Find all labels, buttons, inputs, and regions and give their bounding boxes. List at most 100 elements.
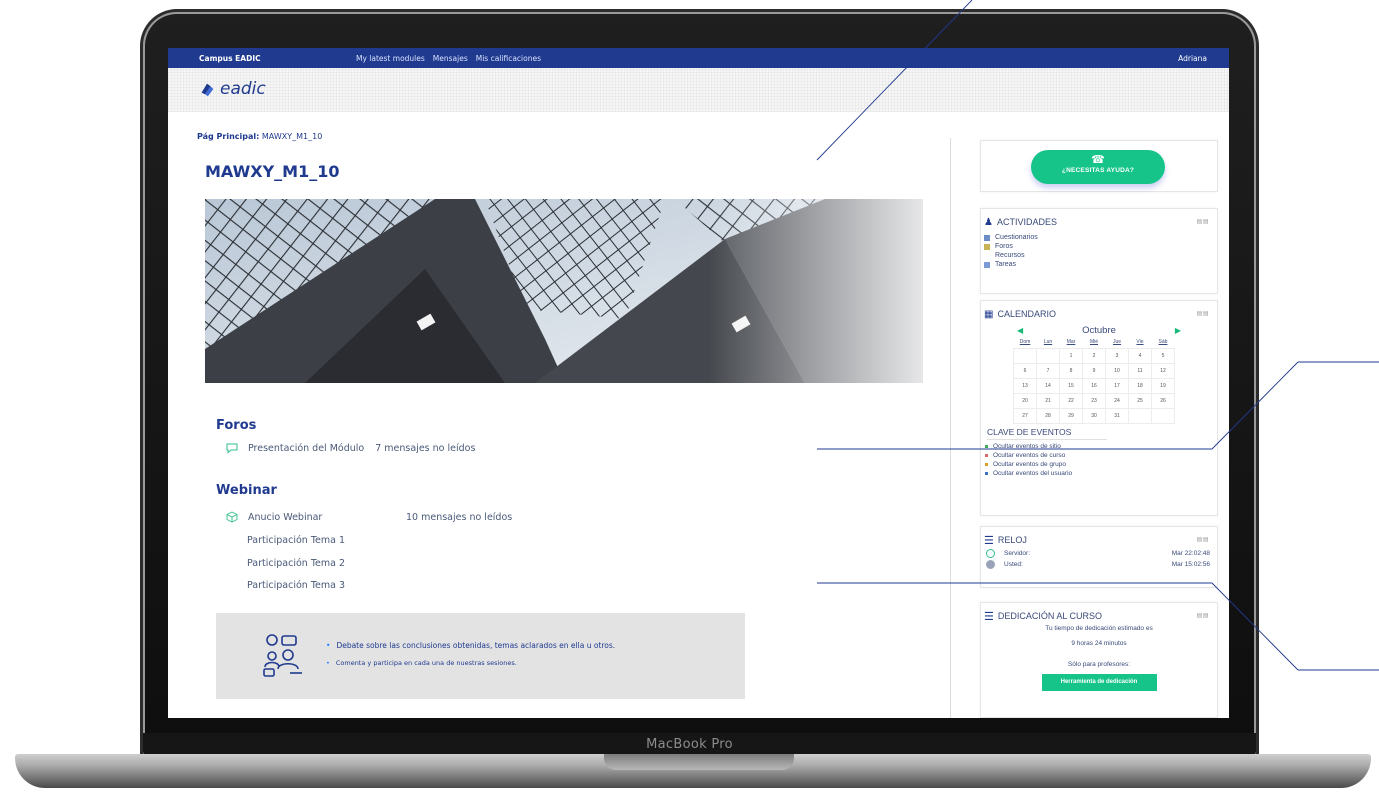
- calendar-day[interactable]: 31: [1105, 407, 1129, 424]
- calendar-day[interactable]: 10: [1105, 362, 1129, 379]
- calendar-day[interactable]: 2: [1082, 347, 1106, 364]
- clock-row-servidor: Servidor: Mar 22:02:48: [981, 549, 1217, 560]
- calendar-day[interactable]: 17: [1105, 377, 1129, 394]
- calendar-day[interactable]: 11: [1128, 362, 1152, 379]
- calendar-day[interactable]: 9: [1082, 362, 1106, 379]
- block-controls-icon[interactable]: ▤▤: [1197, 612, 1209, 619]
- reloj-title: RELOJ: [997, 535, 1027, 545]
- forum-item-label[interactable]: Presentación del Módulo: [248, 443, 364, 454]
- calendar-day[interactable]: 15: [1059, 377, 1083, 394]
- user-menu[interactable]: Adriana: [1178, 54, 1207, 63]
- clave-eventos-list: Ocultar eventos de sitio Ocultar eventos …: [981, 442, 1217, 478]
- nav-link-latest-modules[interactable]: My latest modules: [356, 54, 425, 63]
- event-color-icon: [984, 461, 989, 467]
- calendar-day[interactable]: 27: [1013, 407, 1037, 424]
- clave-event-label: Ocultar eventos de grupo: [993, 460, 1066, 468]
- calendar-week: 13 14 15 16 17 18 19: [1013, 377, 1175, 394]
- webinar-item-tema-2[interactable]: Participación Tema 2: [247, 558, 345, 569]
- calendar-day[interactable]: 19: [1151, 377, 1175, 394]
- forum-item-presentacion[interactable]: Presentación del Módulo 7 mensajes no le…: [226, 442, 475, 454]
- calendar-day[interactable]: 8: [1059, 362, 1083, 379]
- dedicacion-tool-button[interactable]: Herramienta de dedicación: [1041, 674, 1157, 691]
- breadcrumb-home-link[interactable]: Pág Principal:: [197, 132, 259, 141]
- calendar-day[interactable]: 4: [1128, 347, 1152, 364]
- calendar-day: [1151, 407, 1175, 424]
- webinar-item-tema-1[interactable]: Participación Tema 1: [247, 535, 345, 546]
- calendar-day[interactable]: 12: [1151, 362, 1175, 379]
- calendar-day[interactable]: 6: [1013, 362, 1037, 379]
- nav-link-mensajes[interactable]: Mensajes: [433, 54, 468, 63]
- calendar-weekday: Sáb: [1158, 339, 1168, 346]
- event-color-icon: [984, 470, 989, 476]
- clave-event-toggle[interactable]: Ocultar eventos de sitio: [984, 442, 1217, 451]
- calendar-day[interactable]: 23: [1082, 392, 1106, 409]
- eadic-logo[interactable]: eadic: [198, 79, 266, 99]
- webinar-item-tema-3[interactable]: Participación Tema 3: [247, 580, 345, 591]
- dedicacion-estimate-value: 9 horas 24 minutos: [1071, 640, 1127, 647]
- actividades-header: ♟ ACTIVIDADES ▤▤: [981, 213, 1217, 231]
- calendar-day[interactable]: 21: [1036, 392, 1060, 409]
- clock-label: Usted:: [1004, 561, 1023, 568]
- info-bullets: Debate sobre las conclusiones obtenidas,…: [326, 641, 615, 676]
- calendar-month: Octubre: [1082, 325, 1116, 336]
- clave-event-toggle[interactable]: Ocultar eventos de grupo: [984, 460, 1217, 469]
- quiz-icon: [984, 234, 990, 241]
- calendar-next-icon[interactable]: ▶: [1175, 326, 1181, 335]
- screen: Campus EADIC My latest modules Mensajes …: [168, 48, 1229, 718]
- campus-brand-link[interactable]: Campus EADIC: [199, 54, 261, 63]
- block-controls-icon[interactable]: ▤▤: [1197, 536, 1209, 543]
- calendar-day[interactable]: 29: [1059, 407, 1083, 424]
- calendar-day: [1013, 347, 1037, 364]
- block-controls-icon[interactable]: ▤▤: [1197, 218, 1209, 225]
- block-controls-icon[interactable]: ▤▤: [1197, 310, 1209, 317]
- forum-icon: [984, 243, 990, 250]
- actividad-tareas[interactable]: Tareas: [984, 260, 1217, 269]
- clock-value: Mar 15:02:56: [1171, 561, 1210, 568]
- help-chat-icon: ☎: [1091, 154, 1105, 166]
- dedicacion-title: DEDICACIÓN AL CURSO: [997, 611, 1103, 621]
- banner-architecture-graphic: [205, 199, 923, 383]
- clock-row-usted: Usted: Mar 15:02:56: [981, 560, 1217, 571]
- calendar-day[interactable]: 7: [1036, 362, 1060, 379]
- calendar-day[interactable]: 3: [1105, 347, 1129, 364]
- calendar-week: 20 21 22 23 24 25 26: [1013, 392, 1175, 409]
- calendar-day[interactable]: 16: [1082, 377, 1106, 394]
- help-button[interactable]: ☎ ¿NECESITAS AYUDA?: [1031, 150, 1165, 184]
- webinar-item-anuncio[interactable]: Anucio Webinar 10 mensajes no leídos: [226, 511, 512, 523]
- info-bullet-comenta: Comenta y participa en cada una de nuest…: [326, 659, 615, 667]
- eadic-logo-icon: [201, 83, 214, 97]
- calendario-block: ▦ CALENDARIO ▤▤ ◀ Octubre ▶ Dom Lun Mar Mié…: [980, 300, 1218, 516]
- calendar-day[interactable]: 1: [1059, 347, 1083, 364]
- calendar-day[interactable]: 18: [1128, 377, 1152, 394]
- calendar-day[interactable]: 26: [1151, 392, 1175, 409]
- calendar-day[interactable]: 5: [1151, 347, 1175, 364]
- nav-link-calificaciones[interactable]: Mis calificaciones: [476, 54, 541, 63]
- laptop-notch: [604, 754, 794, 770]
- globe-icon: [986, 549, 995, 558]
- clave-event-label: Ocultar eventos de sitio: [993, 442, 1061, 450]
- calendar-day[interactable]: 24: [1105, 392, 1129, 409]
- calendar-grid: Dom Lun Mar Mié Jue Vie Sáb 1 2 3 4 5 6 7 8 9 10 11 12 13 1…: [1013, 337, 1175, 424]
- resource-icon: [984, 253, 990, 259]
- actividad-foros[interactable]: Foros: [984, 242, 1217, 251]
- clave-eventos-title: CLAVE DE EVENTOS: [987, 427, 1107, 440]
- calendar-day[interactable]: 20: [1013, 392, 1037, 409]
- task-icon: [984, 261, 990, 268]
- calendar-day[interactable]: 22: [1059, 392, 1083, 409]
- calendar-day[interactable]: 28: [1036, 407, 1060, 424]
- section-title-foros: Foros: [216, 418, 257, 433]
- breadcrumb-current: MAWXY_M1_10: [261, 132, 323, 141]
- calendar-day[interactable]: 25: [1128, 392, 1152, 409]
- clave-event-toggle[interactable]: Ocultar eventos de curso: [984, 451, 1217, 460]
- top-navigation-bar: Campus EADIC My latest modules Mensajes …: [168, 48, 1229, 68]
- sidebar-divider: [950, 138, 951, 718]
- clave-event-toggle[interactable]: Ocultar eventos del usuario: [984, 469, 1217, 478]
- reloj-header: ☰ RELOJ ▤▤: [981, 531, 1217, 549]
- calendar-day[interactable]: 30: [1082, 407, 1106, 424]
- actividad-cuestionarios[interactable]: Cuestionarios: [984, 233, 1217, 242]
- webinar-item-label[interactable]: Anucio Webinar: [248, 512, 406, 523]
- calendar-day[interactable]: 14: [1036, 377, 1060, 394]
- calendar-day[interactable]: 13: [1013, 377, 1037, 394]
- clock-value: Mar 22:02:48: [1171, 550, 1210, 557]
- actividad-recursos[interactable]: Recursos: [984, 251, 1217, 260]
